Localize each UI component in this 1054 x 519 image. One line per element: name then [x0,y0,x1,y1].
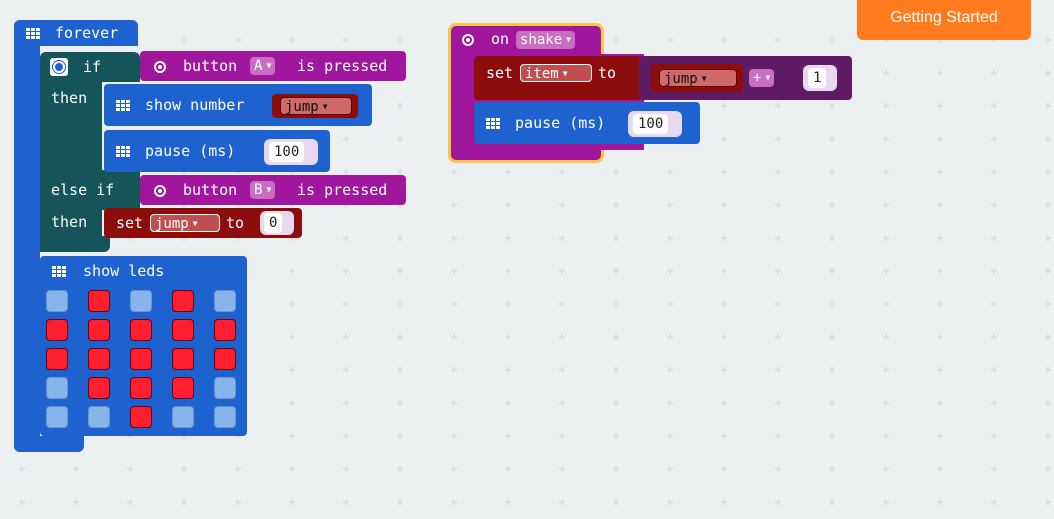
chevron-down-icon: ▼ [266,185,272,194]
set-item-block[interactable]: set item ▼ to [474,56,642,100]
led-cell[interactable] [214,406,236,428]
led-cell[interactable] [130,319,152,341]
button-input-icon [154,184,166,197]
forever-footer [14,436,84,452]
led-cell[interactable] [214,348,236,370]
pause-value-input-shake[interactable]: 100 [633,114,669,134]
variable-dropdown-jump-expr[interactable]: jump ▼ [659,69,737,87]
led-cell[interactable] [172,319,194,341]
button-pressed-block-a[interactable]: button A ▼ is pressed [140,51,406,81]
gear-icon[interactable] [50,58,68,76]
pause-block-shake[interactable]: pause (ms) 100 [474,102,700,144]
then-label-2: then [51,213,88,231]
basic-grid-icon [26,27,40,40]
variable-dropdown-item[interactable]: item ▼ [520,64,592,82]
led-cell[interactable] [130,348,152,370]
chevron-down-icon: ▼ [562,69,568,78]
pause-value-input[interactable]: 100 [269,142,305,162]
led-cell[interactable] [130,377,152,399]
led-cell[interactable] [214,319,236,341]
led-cell[interactable] [88,290,110,312]
chevron-down-icon: ▼ [765,73,771,82]
getting-started-button[interactable]: Getting Started [857,0,1031,40]
set-variable-block[interactable]: set jump ▼ to 0 [104,208,302,238]
forever-spine [14,20,40,452]
basic-grid-icon [52,265,66,278]
pause-block[interactable]: pause (ms) 100 [104,130,330,172]
led-cell[interactable] [130,290,152,312]
led-cell[interactable] [46,319,68,341]
variable-dropdown-jump-set[interactable]: jump ▼ [150,214,220,232]
led-cell[interactable] [214,290,236,312]
led-cell[interactable] [214,377,236,399]
button-input-icon [154,60,166,73]
led-cell[interactable] [172,377,194,399]
led-cell[interactable] [46,290,68,312]
led-cell[interactable] [88,348,110,370]
show-leds-block[interactable]: show leds [40,256,247,436]
gesture-dropdown[interactable]: shake ▼ [516,31,575,49]
chevron-down-icon: ▼ [566,35,571,44]
led-cell[interactable] [46,348,68,370]
input-event-icon [462,33,474,46]
led-cell[interactable] [172,348,194,370]
if-label: if [83,57,102,76]
basic-grid-icon [116,99,130,112]
chevron-down-icon: ▼ [322,102,328,111]
else-if-label: else if [51,181,115,199]
led-cell[interactable] [46,406,68,428]
button-dropdown-b[interactable]: B ▼ [250,181,276,199]
led-cell[interactable] [46,377,68,399]
led-cell[interactable] [130,406,152,428]
led-cell[interactable] [88,406,110,428]
chevron-down-icon: ▼ [192,219,198,228]
led-cell[interactable] [172,290,194,312]
chevron-down-icon: ▼ [266,61,272,70]
set-value-input[interactable]: 0 [264,213,283,233]
forever-label: forever [55,24,119,42]
led-cell[interactable] [88,377,110,399]
variable-dropdown-jump[interactable]: jump ▼ [280,97,352,115]
basic-grid-icon [486,117,500,130]
operator-dropdown[interactable]: + ▼ [749,69,775,87]
show-number-block[interactable]: show number jump ▼ [104,84,372,126]
then-label: then [51,89,88,107]
led-cell[interactable] [88,319,110,341]
operand-input[interactable]: 1 [808,68,827,88]
chevron-down-icon: ▼ [701,74,707,83]
button-pressed-block-b[interactable]: button B ▼ is pressed [140,175,406,205]
button-dropdown-a[interactable]: A ▼ [250,57,276,75]
basic-grid-icon [116,145,130,158]
math-add-block[interactable]: jump ▼ + ▼ 1 [639,56,852,100]
led-cell[interactable] [172,406,194,428]
